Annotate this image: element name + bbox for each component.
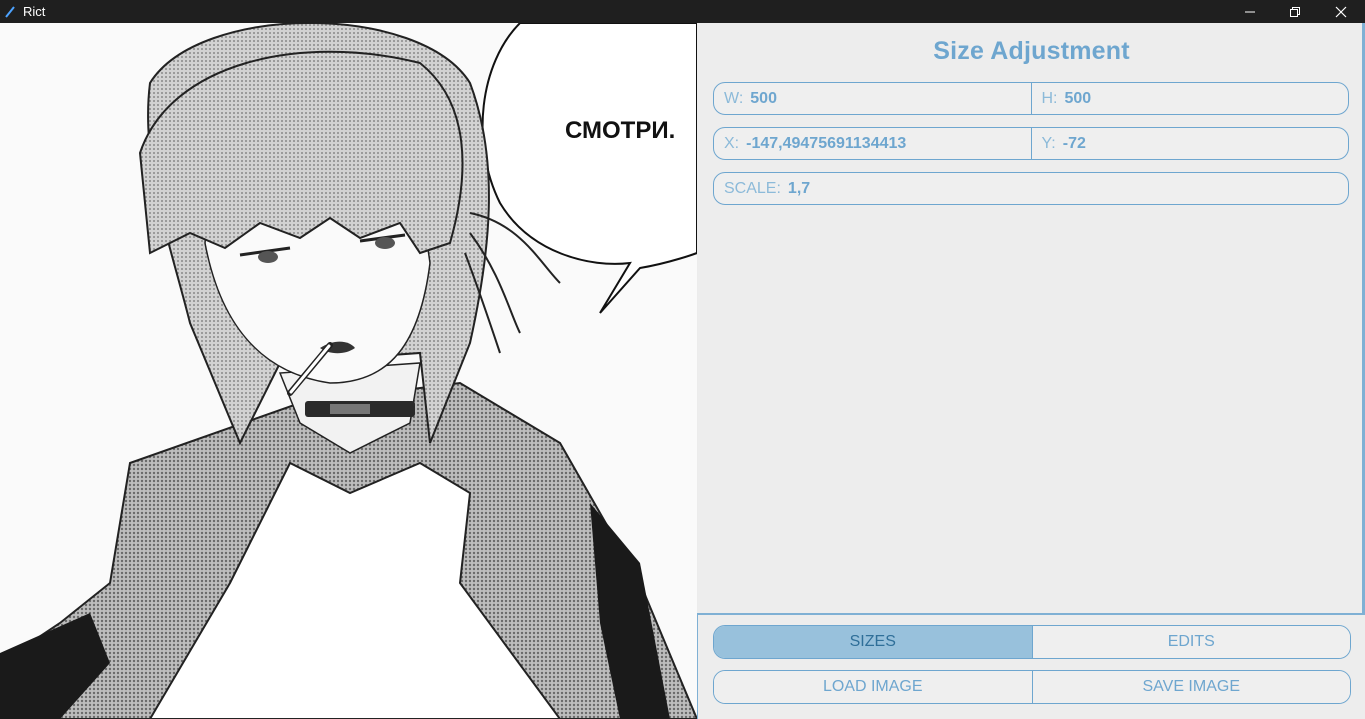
width-label: W: bbox=[724, 89, 744, 107]
width-height-row: W: H: bbox=[713, 82, 1349, 115]
scale-row: SCALE: bbox=[713, 172, 1349, 205]
width-input[interactable] bbox=[750, 89, 991, 108]
close-button[interactable] bbox=[1318, 0, 1364, 23]
save-image-button[interactable]: SAVE IMAGE bbox=[1031, 671, 1350, 703]
scale-field: SCALE: bbox=[714, 173, 1348, 204]
close-icon bbox=[1335, 6, 1347, 17]
tab-edits[interactable]: EDITS bbox=[1031, 626, 1350, 658]
bottom-panel: SIZES EDITS LOAD IMAGE SAVE IMAGE bbox=[697, 613, 1365, 719]
window-title: Rict bbox=[23, 4, 46, 19]
size-adjustment-panel: Size Adjustment W: H: X: Y: SCALE: bbox=[698, 23, 1362, 613]
maximize-icon bbox=[1290, 6, 1300, 17]
x-label: X: bbox=[724, 134, 740, 152]
x-field: X: bbox=[714, 128, 1031, 159]
minimize-icon bbox=[1245, 11, 1255, 12]
speech-bubble-text: СМОТРИ. bbox=[565, 117, 675, 144]
y-field: Y: bbox=[1030, 128, 1349, 159]
scale-label: SCALE: bbox=[724, 179, 781, 197]
manga-image: СМОТРИ. bbox=[0, 23, 697, 719]
y-input[interactable] bbox=[1062, 134, 1303, 153]
position-row: X: Y: bbox=[713, 127, 1349, 160]
load-image-button[interactable]: LOAD IMAGE bbox=[714, 671, 1032, 703]
action-bar: LOAD IMAGE SAVE IMAGE bbox=[713, 670, 1351, 704]
tab-bar: SIZES EDITS bbox=[713, 625, 1351, 659]
height-label: H: bbox=[1041, 89, 1058, 107]
maximize-button[interactable] bbox=[1272, 0, 1318, 23]
panel-title: Size Adjustment bbox=[933, 37, 1130, 65]
height-field: H: bbox=[1030, 83, 1349, 114]
height-input[interactable] bbox=[1064, 89, 1305, 108]
x-input[interactable] bbox=[746, 134, 987, 153]
y-label: Y: bbox=[1041, 134, 1056, 152]
width-field: W: bbox=[714, 83, 1031, 114]
image-canvas[interactable]: СМОТРИ. bbox=[0, 23, 697, 719]
title-bar: Rict bbox=[0, 0, 1365, 23]
minimize-button[interactable] bbox=[1227, 0, 1273, 23]
tab-sizes[interactable]: SIZES bbox=[714, 626, 1032, 658]
rict-app-icon bbox=[5, 5, 15, 18]
scale-input[interactable] bbox=[787, 179, 1288, 198]
